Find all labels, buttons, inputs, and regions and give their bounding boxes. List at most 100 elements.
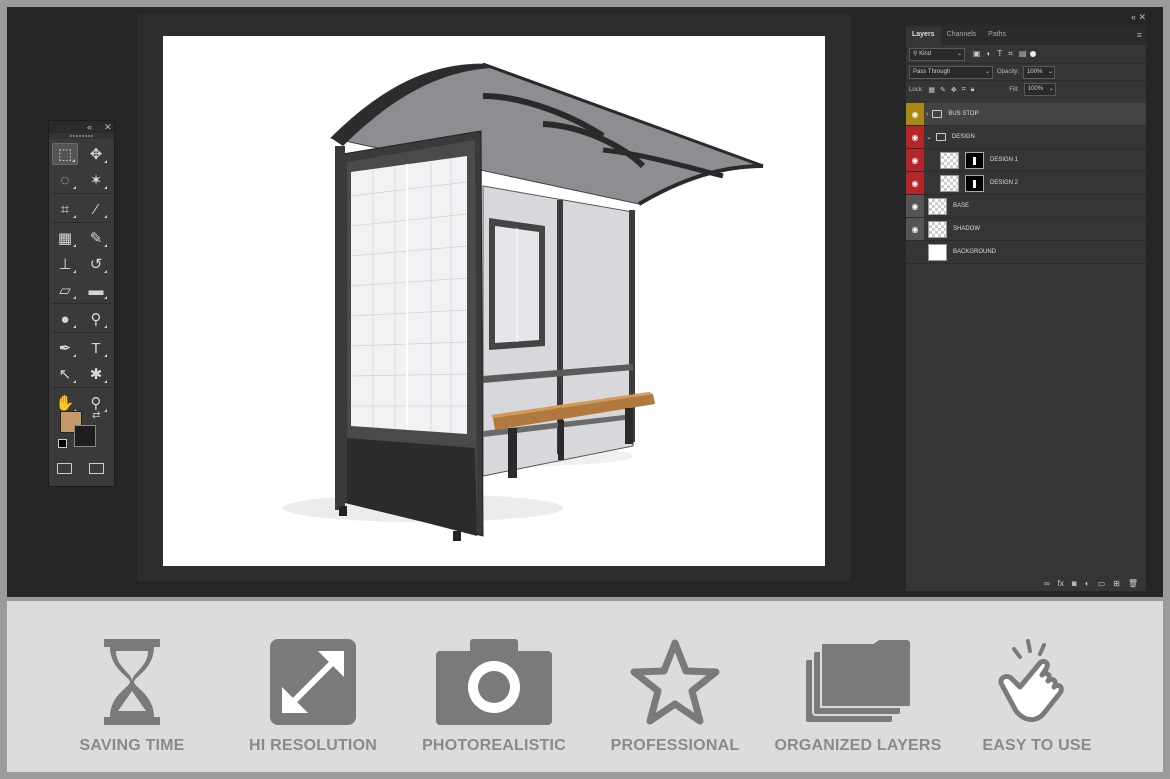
opacity-label: Opacity: (997, 69, 1020, 75)
hand-icon: ✋ (55, 395, 75, 412)
fill-value: 100% (1027, 86, 1044, 92)
feature-label: PROFESSIONAL (610, 737, 740, 754)
path-selection-tool[interactable]: ↖ (52, 363, 78, 385)
lock-paint-icon[interactable]: ✎ (940, 86, 946, 94)
lasso-icon: ◌ (60, 171, 70, 189)
tab-paths[interactable]: Paths (982, 27, 1012, 45)
filter-toggle-icon[interactable] (1030, 51, 1037, 57)
features-strip: SAVING TIME HI RESOLUTION PHOTOREALISTIC (7, 601, 1163, 772)
chevron-down-icon: ⌄ (1048, 86, 1054, 92)
lock-position-icon[interactable]: ✥ (951, 86, 957, 94)
layer-row[interactable]: ◉ DESIGN 1 (906, 149, 1146, 172)
layer-mask-thumbnail[interactable] (965, 151, 984, 169)
link-layers-icon[interactable]: ∞ (1044, 579, 1050, 588)
adjustment-layer-icon[interactable]: ◐ (1085, 579, 1090, 588)
visibility-eye-icon[interactable]: ◉ (906, 149, 924, 171)
drag-grip[interactable] (49, 133, 114, 139)
tools-panel-header[interactable]: « ✕ (49, 121, 114, 133)
marquee-icon: ⬚ (57, 146, 73, 163)
layer-mask-thumbnail[interactable] (965, 174, 984, 192)
feature-hi-resolution: HI RESOLUTION (228, 601, 398, 772)
eyedropper-tool[interactable]: ⁄ (83, 198, 109, 220)
pen-tool[interactable]: ✒ (52, 337, 78, 359)
layer-row[interactable]: ◉ BASE (906, 195, 1146, 218)
layer-row[interactable]: ◉ ⌄ DESIGN (906, 126, 1146, 149)
feature-easy-to-use: EASY TO USE (952, 601, 1122, 772)
type-icon: T (91, 339, 101, 357)
layer-row[interactable]: BACKGROUND (906, 241, 1146, 264)
custom-shape-tool[interactable]: ✱ (83, 363, 109, 385)
crop-tool[interactable]: ⌗ (52, 198, 78, 220)
feature-label: ORGANIZED LAYERS (774, 737, 942, 754)
new-group-icon[interactable]: ▭ (1098, 579, 1106, 588)
blend-mode-value: Pass Through (913, 68, 951, 75)
adjustment-filter-icon[interactable]: ◐ (987, 49, 992, 59)
new-layer-icon[interactable]: ⊞ (1113, 579, 1120, 588)
close-icon[interactable]: ✕ (104, 121, 112, 133)
clone-stamp-tool[interactable]: ⊥ (52, 253, 78, 275)
visibility-eye-icon[interactable]: ◉ (906, 218, 924, 240)
panel-collapse-close-icon[interactable]: « ✕ (1131, 12, 1146, 23)
chevron-right-icon[interactable]: › (926, 111, 928, 118)
visibility-eye-icon[interactable]: ◉ (906, 103, 924, 125)
visibility-eye-icon[interactable]: ◉ (906, 126, 924, 148)
gradient-tool[interactable]: ▬ (83, 279, 109, 301)
move-tool[interactable]: ✥ (83, 143, 109, 165)
lock-all-icon[interactable]: 🔒︎ (971, 86, 975, 94)
swap-colors-icon[interactable]: ⇄ (92, 410, 100, 421)
dodge-tool[interactable]: ⚲ (83, 308, 109, 330)
magic-wand-tool[interactable]: ✶ (83, 169, 109, 191)
opacity-field[interactable]: 100% ⌄ (1023, 65, 1056, 79)
dodge-icon: ⚲ (90, 311, 102, 328)
lock-label: Lock: (909, 86, 924, 93)
lock-artboard-icon[interactable]: ⌗ (962, 86, 966, 94)
quick-mask-icon[interactable] (57, 463, 72, 474)
visibility-eye-icon[interactable]: ◉ (906, 172, 924, 194)
panel-menu-icon[interactable]: ≡ (1137, 30, 1142, 40)
tab-layers[interactable]: Layers (906, 27, 941, 45)
expand-arrows-icon (270, 639, 356, 725)
double-chevron-icon[interactable]: « (87, 121, 92, 133)
blur-tool[interactable]: ● (52, 308, 78, 330)
fx-icon[interactable]: fx (1058, 579, 1064, 588)
tool-group-separator (53, 193, 111, 194)
hourglass-icon (104, 639, 160, 725)
healing-brush-tool[interactable]: ▦ (52, 227, 78, 249)
document-canvas[interactable] (163, 36, 825, 566)
blend-mode-select[interactable]: Pass Through ⌄ (909, 65, 993, 79)
layers-panel: « ✕ Layers Channels Paths ≡ ⚲ Kind ⌄ ▣ ◐… (906, 12, 1146, 591)
lasso-tool[interactable]: ◌ (52, 169, 78, 191)
history-brush-icon: ↺ (89, 256, 103, 273)
brush-icon: ✎ (89, 230, 103, 247)
eraser-tool[interactable]: ▱ (52, 279, 78, 301)
layer-row[interactable]: ◉ › BUS STOP (906, 103, 1146, 126)
trash-icon[interactable]: 🗑︎ (1128, 579, 1138, 588)
filter-kind-select[interactable]: ⚲ Kind ⌄ (909, 47, 965, 61)
type-filter-icon[interactable]: T (997, 49, 1002, 59)
path-selection-icon: ↖ (58, 366, 72, 383)
tab-channels[interactable]: Channels (941, 27, 983, 45)
lock-transparent-icon[interactable]: ▦ (928, 86, 935, 94)
pixel-filter-icon[interactable]: ▣ (973, 49, 981, 59)
camera-icon (436, 639, 552, 725)
layer-row[interactable]: ◉ DESIGN 2 (906, 172, 1146, 195)
background-color-swatch[interactable] (74, 425, 96, 447)
history-brush-tool[interactable]: ↺ (83, 253, 109, 275)
visibility-eye-icon[interactable]: ◉ (906, 195, 924, 217)
shape-filter-icon[interactable]: ⌗ (1008, 49, 1013, 59)
visibility-eye-icon[interactable] (906, 241, 924, 263)
add-mask-icon[interactable]: ◙ (1072, 579, 1077, 588)
layer-row[interactable]: ◉ SHADOW (906, 218, 1146, 241)
bus-stop-mockup-image (283, 62, 764, 541)
marquee-tool[interactable]: ⬚ (52, 143, 78, 165)
brush-tool[interactable]: ✎ (83, 227, 109, 249)
panel-top-strip: « ✕ (906, 12, 1146, 25)
type-tool[interactable]: T (83, 337, 109, 359)
chevron-down-icon[interactable]: ⌄ (926, 133, 932, 141)
default-colors-icon[interactable] (58, 439, 67, 448)
screen-mode-icon[interactable] (89, 463, 104, 474)
smart-object-filter-icon[interactable]: ▤ (1019, 49, 1027, 59)
fill-field[interactable]: 100% ⌄ (1023, 83, 1056, 96)
panel-tabs: Layers Channels Paths ≡ (906, 25, 1146, 45)
tap-hand-icon (998, 639, 1064, 722)
